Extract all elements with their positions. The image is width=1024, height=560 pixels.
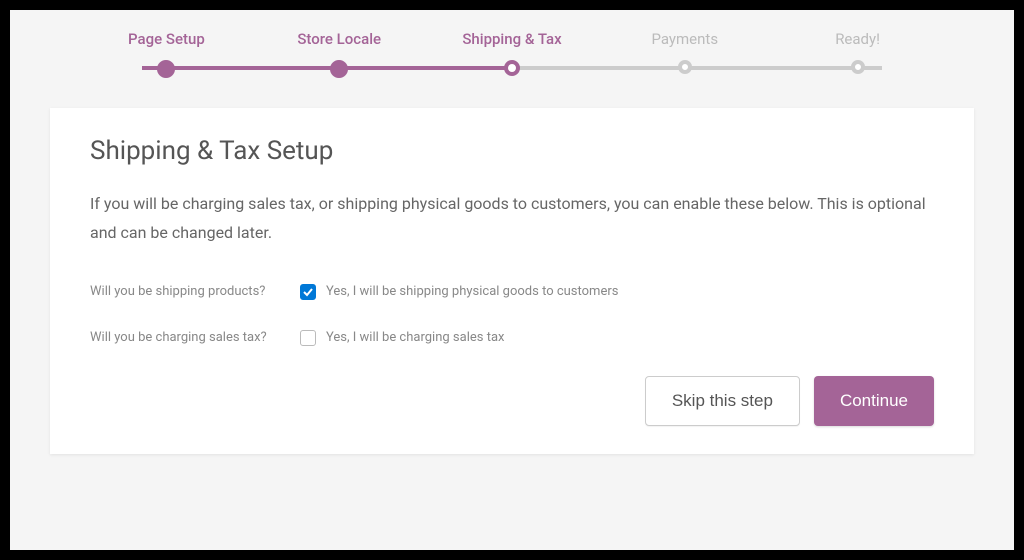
step-dot-icon [157,60,175,78]
step-ready[interactable]: Ready! [771,30,944,74]
tax-answer: Yes, I will be charging sales tax [326,330,504,345]
tax-row: Will you be charging sales tax? Yes, I w… [90,330,934,346]
step-shipping-tax[interactable]: Shipping & Tax [426,30,599,76]
continue-button[interactable]: Continue [814,376,934,426]
step-label: Page Setup [128,30,205,48]
card-intro: If you will be charging sales tax, or sh… [90,190,934,248]
step-payments[interactable]: Payments [598,30,771,74]
step-label: Ready! [835,30,880,48]
skip-button[interactable]: Skip this step [645,376,800,426]
card-title: Shipping & Tax Setup [90,136,934,166]
shipping-checkbox-wrap[interactable]: Yes, I will be shipping physical goods t… [300,284,618,300]
setup-card: Shipping & Tax Setup If you will be char… [50,108,974,454]
setup-stepper: Page Setup Store Locale Shipping & Tax P… [50,30,974,78]
step-label: Shipping & Tax [462,30,561,48]
step-page-setup[interactable]: Page Setup [80,30,253,78]
page-container: Page Setup Store Locale Shipping & Tax P… [10,10,1014,550]
shipping-checkbox[interactable] [300,284,316,300]
step-dot-icon [851,60,865,74]
step-dot-icon [678,60,692,74]
step-label: Payments [652,30,719,48]
tax-checkbox[interactable] [300,330,316,346]
step-dot-icon [330,60,348,78]
shipping-answer: Yes, I will be shipping physical goods t… [326,284,618,299]
step-label: Store Locale [297,30,381,48]
step-dot-icon [504,60,520,76]
window-frame: Page Setup Store Locale Shipping & Tax P… [0,0,1024,560]
shipping-row: Will you be shipping products? Yes, I wi… [90,284,934,300]
checkmark-icon [303,287,313,297]
tax-question: Will you be charging sales tax? [90,330,300,345]
shipping-question: Will you be shipping products? [90,284,300,299]
tax-checkbox-wrap[interactable]: Yes, I will be charging sales tax [300,330,504,346]
step-store-locale[interactable]: Store Locale [253,30,426,78]
button-row: Skip this step Continue [90,376,934,426]
